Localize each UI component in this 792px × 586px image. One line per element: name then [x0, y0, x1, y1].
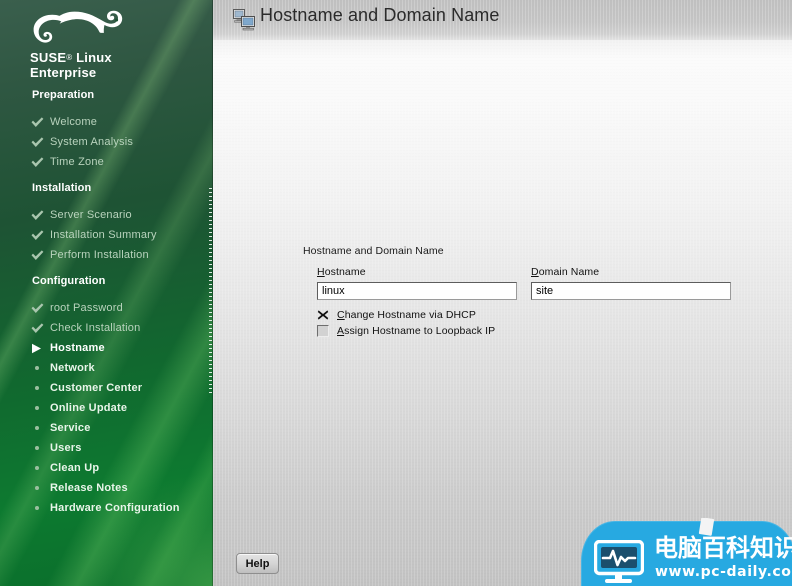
bullet-icon: [34, 478, 48, 498]
assign-hostname-loopback-label: Assign Hostname to Loopback IP: [337, 325, 495, 337]
dhcp-label-rest: hange Hostname via DHCP: [344, 308, 476, 321]
sidebar-item-server-scenario[interactable]: Server Scenario: [0, 205, 213, 225]
brand-line-1: SUSE: [30, 50, 67, 65]
sidebar-item-root-password[interactable]: root Password: [0, 298, 213, 318]
sidebar-item-users[interactable]: Users: [0, 438, 213, 458]
domain-label-mnemonic: D: [531, 266, 539, 278]
sidebar-item-release-notes[interactable]: Release Notes: [0, 478, 213, 498]
sidebar-item-hardware-configuration[interactable]: Hardware Configuration: [0, 498, 213, 518]
brand-name: SUSE® Linux Enterprise: [30, 50, 200, 80]
monitor-heartbeat-icon: [593, 539, 645, 586]
assign-hostname-loopback-checkbox-row[interactable]: Assign Hostname to Loopback IP: [317, 323, 753, 338]
nav-section-heading: Configuration: [32, 275, 106, 287]
x-check-icon[interactable]: [317, 309, 329, 321]
sidebar-item-label: Hardware Configuration: [50, 502, 180, 514]
watermark: 电脑百科知识 www.pc-daily.com: [581, 518, 792, 586]
sidebar-item-clean-up[interactable]: Clean Up: [0, 458, 213, 478]
sidebar-item-label: Check Installation: [50, 322, 141, 334]
sidebar-item-label: root Password: [50, 302, 123, 314]
check-icon: [31, 318, 45, 338]
sidebar-item-service[interactable]: Service: [0, 418, 213, 438]
sidebar-item-label: Welcome: [50, 116, 98, 128]
check-icon: [31, 132, 45, 152]
group-title: Hostname and Domain Name: [303, 245, 444, 257]
sidebar-item-customer-center[interactable]: Customer Center: [0, 378, 213, 398]
sidebar-item-label: Customer Center: [50, 382, 143, 394]
sidebar-item-time-zone[interactable]: Time Zone: [0, 152, 213, 172]
domain-label-rest: omain Name: [538, 266, 600, 278]
change-hostname-via-dhcp-label: Change Hostname via DHCP: [337, 309, 476, 321]
check-icon: [31, 245, 45, 265]
sidebar-item-label: Hostname: [50, 342, 105, 354]
installer-sidebar: SUSE® Linux Enterprise Preparation Welcom…: [0, 0, 213, 586]
sidebar-item-label: Network: [50, 362, 95, 374]
bullet-icon: [34, 358, 48, 378]
page-title: Hostname and Domain Name: [260, 5, 500, 25]
checkbox-group: Change Hostname via DHCP Assign Hostname…: [317, 307, 753, 338]
sidebar-item-label: Installation Summary: [50, 229, 157, 241]
sidebar-item-label: Users: [50, 442, 82, 454]
hostname-form-group: Hostname and Domain Name Hostname Domain…: [301, 245, 753, 339]
sidebar-item-label: Time Zone: [50, 156, 104, 168]
watermark-text-cn: 电脑百科知识: [654, 534, 792, 562]
suse-chameleon-logo: [28, 6, 136, 54]
sidebar-item-welcome[interactable]: Welcome: [0, 112, 213, 132]
bullet-icon: [34, 498, 48, 518]
nav-section-heading: Installation: [32, 182, 92, 194]
bullet-icon: [34, 378, 48, 398]
main-content-pane: Hostname and Domain Name Hostname and Do…: [213, 0, 792, 586]
check-icon: [31, 205, 45, 225]
sidebar-item-check-installation[interactable]: Check Installation: [0, 318, 213, 338]
bullet-icon: [34, 398, 48, 418]
hostname-label: Hostname: [317, 266, 517, 278]
dhcp-label-mnemonic: C: [337, 308, 345, 321]
sidebar-item-network[interactable]: Network: [0, 358, 213, 378]
hostname-field-wrap: Hostname: [317, 266, 517, 300]
nav-section-heading: Preparation: [32, 89, 95, 101]
check-icon: [31, 112, 45, 132]
watermark-highlight: [698, 518, 715, 536]
sidebar-item-label: Service: [50, 422, 91, 434]
change-hostname-via-dhcp-checkbox-row[interactable]: Change Hostname via DHCP: [317, 307, 753, 322]
sidebar-item-online-update[interactable]: Online Update: [0, 398, 213, 418]
hostname-label-mnemonic: H: [317, 266, 325, 278]
bullet-icon: [34, 458, 48, 478]
check-icon: [31, 225, 45, 245]
sidebar-item-label: Clean Up: [50, 462, 100, 474]
watermark-url: www.pc-daily.com: [655, 564, 792, 580]
help-button[interactable]: Help: [236, 553, 279, 574]
sidebar-item-installation-summary[interactable]: Installation Summary: [0, 225, 213, 245]
loopback-label-rest: ssign Hostname to Loopback IP: [344, 324, 496, 337]
hostname-input[interactable]: [317, 282, 517, 300]
sidebar-item-perform-installation[interactable]: Perform Installation: [0, 245, 213, 265]
sidebar-item-hostname[interactable]: Hostname: [0, 338, 213, 358]
brand-line-1b: Linux: [72, 50, 112, 65]
sidebar-item-label: Perform Installation: [50, 249, 149, 261]
field-row: Hostname Domain Name: [301, 266, 753, 300]
domain-label: Domain Name: [531, 266, 731, 278]
installer-step-list: Preparation Welcome System Analysis Time Zo…: [0, 85, 213, 518]
bullet-icon: [34, 438, 48, 458]
check-icon: [31, 298, 45, 318]
empty-checkbox-icon[interactable]: [317, 324, 329, 337]
bullet-icon: [34, 418, 48, 438]
sidebar-item-label: Online Update: [50, 402, 128, 414]
check-icon: [31, 152, 45, 172]
sidebar-item-system-analysis[interactable]: System Analysis: [0, 132, 213, 152]
domain-input[interactable]: [531, 282, 731, 300]
page-header: Hostname and Domain Name: [213, 0, 792, 40]
play-arrow-icon: [31, 338, 45, 358]
yast-installer-window: SUSE® Linux Enterprise Preparation Welcom…: [0, 0, 792, 586]
sidebar-item-label: Server Scenario: [50, 209, 132, 221]
sidebar-item-label: System Analysis: [50, 136, 134, 148]
brand-line-2: Enterprise: [30, 65, 97, 80]
sidebar-item-label: Release Notes: [50, 482, 128, 494]
hostname-label-rest: ostname: [324, 266, 366, 278]
domain-field-wrap: Domain Name: [531, 266, 731, 300]
networked-computers-icon: [233, 9, 255, 31]
